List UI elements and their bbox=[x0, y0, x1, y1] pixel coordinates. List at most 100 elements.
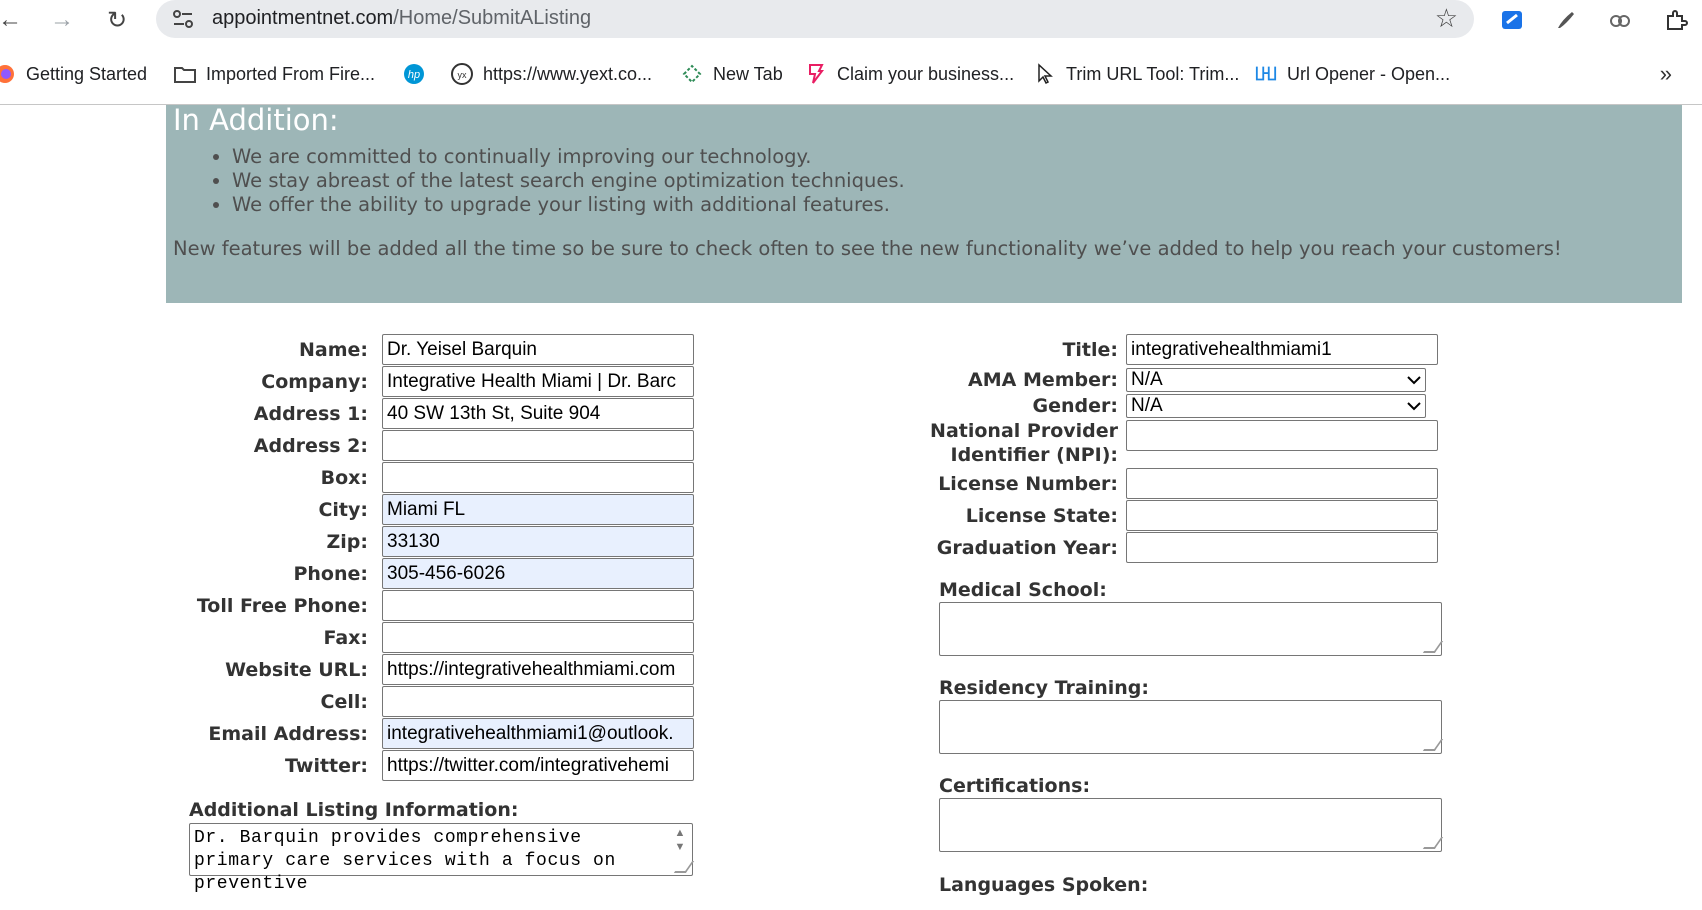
city-input[interactable] bbox=[382, 494, 694, 525]
additional-info-textarea[interactable]: Dr. Barquin provides comprehensive prima… bbox=[189, 823, 695, 894]
bookmark-label: Getting Started bbox=[26, 63, 148, 84]
form-row-box: Box: bbox=[166, 462, 694, 493]
bookmark-imported-folder[interactable]: Imported From Fire... bbox=[174, 58, 375, 90]
toll-free-label: Toll Free Phone: bbox=[196, 594, 368, 617]
name-input[interactable] bbox=[382, 334, 694, 365]
ama-member-value: N/A bbox=[1131, 369, 1163, 390]
toll-free-input[interactable] bbox=[382, 590, 694, 621]
cursor-icon bbox=[1034, 63, 1056, 85]
reload-icon: ↻ bbox=[106, 6, 128, 34]
email-input[interactable] bbox=[382, 718, 694, 749]
certifications-textarea[interactable] bbox=[939, 798, 1444, 852]
title-input[interactable] bbox=[1126, 334, 1438, 365]
more-bookmarks-button[interactable]: » bbox=[1660, 58, 1672, 90]
in-addition-banner: In Addition: We are committed to continu… bbox=[166, 105, 1682, 303]
banner-bullet: We are committed to continually improvin… bbox=[232, 145, 905, 169]
graduation-year-label: Graduation Year: bbox=[936, 536, 1118, 559]
form-row-company: Company: bbox=[166, 366, 694, 397]
scroll-down-icon[interactable]: ▼ bbox=[675, 841, 686, 853]
form-row-address2: Address 2: bbox=[166, 430, 694, 461]
residency-label: Residency Training: bbox=[939, 677, 1149, 699]
npi-label-line2: Identifier (NPI): bbox=[950, 444, 1119, 466]
npi-input[interactable] bbox=[1126, 420, 1438, 451]
bookmark-new-tab[interactable]: New Tab bbox=[681, 58, 783, 90]
resize-grip-icon[interactable] bbox=[673, 861, 695, 873]
extensions-puzzle-icon[interactable] bbox=[1662, 6, 1690, 34]
address-bar[interactable]: appointmentnet.com/Home/SubmitAListing ☆ bbox=[156, 0, 1474, 38]
license-number-input[interactable] bbox=[1126, 468, 1438, 499]
form-row-license-number: License Number: bbox=[900, 468, 1438, 499]
svg-text:yx: yx bbox=[458, 70, 468, 80]
box-input[interactable] bbox=[382, 462, 694, 493]
bookmark-label: New Tab bbox=[713, 63, 783, 84]
hp-icon: hp bbox=[403, 63, 425, 85]
form-row-city: City: bbox=[166, 494, 694, 525]
extension-link-icon[interactable] bbox=[1606, 6, 1634, 34]
form-row-email: Email Address: bbox=[166, 718, 694, 749]
additional-info-text: Dr. Barquin provides comprehensive prima… bbox=[194, 828, 616, 894]
zip-input[interactable] bbox=[382, 526, 694, 557]
bookmarks-bar: Getting Started Imported From Fire... hp… bbox=[0, 58, 1702, 90]
fax-label: Fax: bbox=[323, 626, 368, 649]
url-text[interactable]: appointmentnet.com/Home/SubmitAListing bbox=[212, 7, 591, 30]
title-label: Title: bbox=[1062, 338, 1118, 361]
bookmark-getting-started[interactable]: Getting Started bbox=[0, 58, 147, 90]
resize-grip-icon[interactable] bbox=[1422, 641, 1444, 653]
zip-label: Zip: bbox=[326, 530, 369, 553]
browser-toolbar: ← → ↻ appointmentnet.com/Home/SubmitALis… bbox=[0, 0, 1702, 40]
residency-textarea[interactable] bbox=[939, 700, 1444, 754]
bookmark-claim-business[interactable]: Claim your business... bbox=[805, 58, 1014, 90]
license-state-label: License State: bbox=[965, 504, 1118, 527]
languages-label: Languages Spoken: bbox=[939, 874, 1149, 896]
form-row-address1: Address 1: bbox=[166, 398, 694, 429]
bookmark-trim-url[interactable]: Trim URL Tool: Trim... bbox=[1034, 58, 1239, 90]
npi-label: National Provider Identifier (NPI): bbox=[900, 419, 1118, 467]
form-row-name: Name: bbox=[166, 334, 694, 365]
bookmark-label: https://www.yext.co... bbox=[483, 63, 653, 84]
address1-input[interactable] bbox=[382, 398, 694, 429]
forward-arrow-icon: → bbox=[50, 6, 74, 33]
yext-icon: yx bbox=[451, 63, 473, 85]
cell-input[interactable] bbox=[382, 686, 694, 717]
medical-school-label: Medical School: bbox=[939, 579, 1107, 601]
back-button[interactable]: ← bbox=[0, 4, 26, 36]
city-label: City: bbox=[318, 498, 368, 521]
chevron-double-right-icon: » bbox=[1659, 61, 1672, 86]
website-label: Website URL: bbox=[225, 658, 368, 681]
address2-label: Address 2: bbox=[253, 434, 368, 457]
medical-school-textarea[interactable] bbox=[939, 602, 1444, 656]
folder-icon bbox=[174, 63, 196, 85]
textarea-scrollbar[interactable]: ▲ ▼ bbox=[672, 827, 688, 853]
extension-brush-icon[interactable] bbox=[1552, 6, 1580, 34]
scroll-up-icon[interactable]: ▲ bbox=[675, 827, 686, 839]
browser-chrome: ← → ↻ appointmentnet.com/Home/SubmitALis… bbox=[0, 0, 1702, 105]
company-input[interactable] bbox=[382, 366, 694, 397]
address2-input[interactable] bbox=[382, 430, 694, 461]
form-row-twitter: Twitter: bbox=[166, 750, 694, 781]
bookmark-star-icon[interactable]: ☆ bbox=[1435, 3, 1458, 34]
website-input[interactable] bbox=[382, 654, 694, 685]
bookmark-url-opener[interactable]: Url Opener - Open... bbox=[1255, 58, 1450, 90]
site-settings-icon[interactable] bbox=[172, 9, 194, 34]
gender-select[interactable]: N/A bbox=[1126, 394, 1426, 418]
phone-input[interactable] bbox=[382, 558, 694, 589]
newtab-icon bbox=[681, 63, 703, 85]
forward-button[interactable]: → bbox=[46, 4, 78, 36]
graduation-year-input[interactable] bbox=[1126, 532, 1438, 563]
form-row-license-state: License State: bbox=[900, 500, 1438, 531]
resize-grip-icon[interactable] bbox=[1422, 837, 1444, 849]
form-row-toll-free: Toll Free Phone: bbox=[166, 590, 694, 621]
license-state-input[interactable] bbox=[1126, 500, 1438, 531]
certifications-label: Certifications: bbox=[939, 775, 1091, 797]
reload-button[interactable]: ↻ bbox=[101, 4, 133, 36]
resize-grip-icon[interactable] bbox=[1422, 739, 1444, 751]
bookmark-hp[interactable]: hp bbox=[403, 58, 425, 90]
fax-input[interactable] bbox=[382, 622, 694, 653]
twitter-input[interactable] bbox=[382, 750, 694, 781]
email-label: Email Address: bbox=[208, 722, 368, 745]
extension-blue-icon[interactable] bbox=[1498, 6, 1526, 34]
ama-member-select[interactable]: N/A bbox=[1126, 368, 1426, 392]
bookmark-yext[interactable]: yx https://www.yext.co... bbox=[451, 58, 652, 90]
form-row-title: Title: bbox=[900, 334, 1438, 365]
address1-label: Address 1: bbox=[253, 402, 368, 425]
